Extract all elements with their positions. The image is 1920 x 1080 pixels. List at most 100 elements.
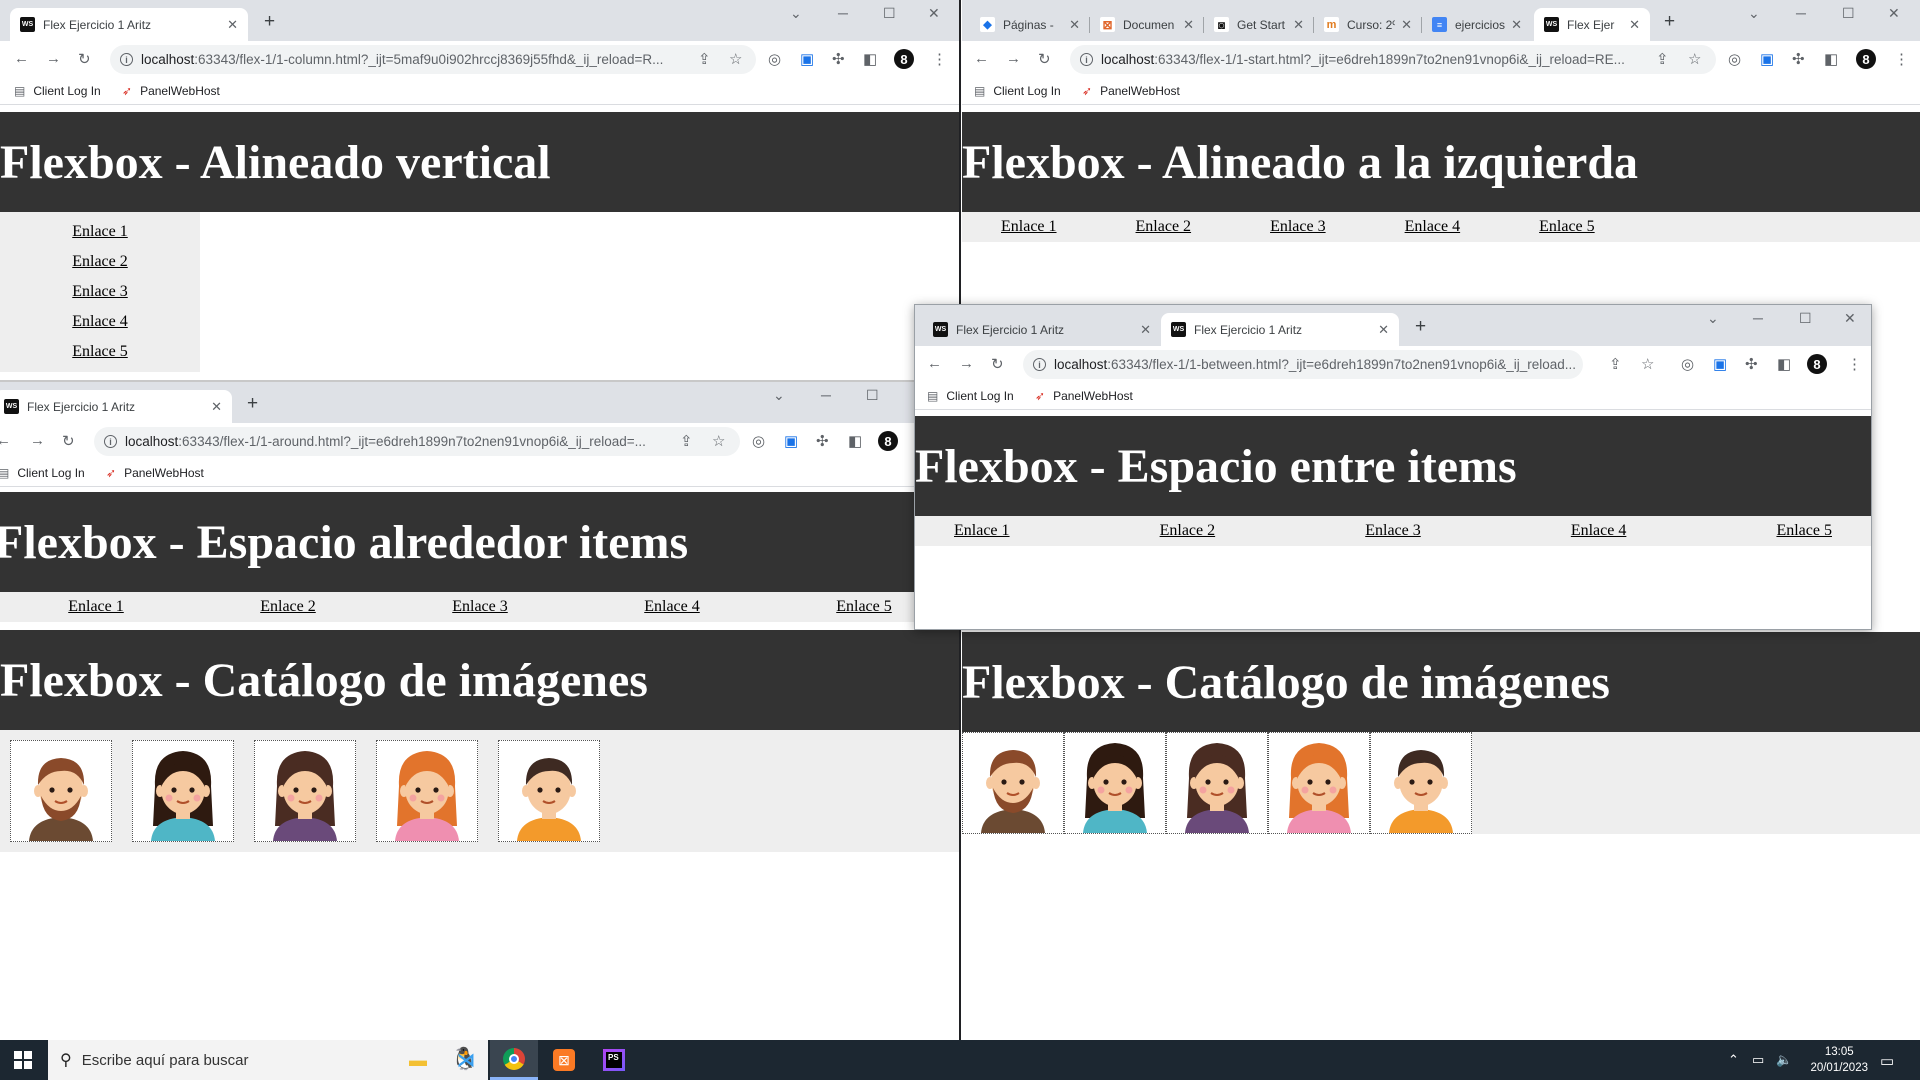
nav-link-3[interactable]: Enlace 3 [1270,218,1326,236]
menu-icon[interactable]: ⋮ [1847,355,1862,373]
menu-icon[interactable]: ⋮ [1894,50,1909,68]
nav-link-5[interactable]: Enlace 5 [1539,218,1595,236]
tab-search-icon[interactable]: ⌄ [790,5,802,22]
bookmark-panelwebhost[interactable]: ➶ PanelWebHost [122,84,220,98]
nav-link-5[interactable]: Enlace 5 [836,598,892,616]
side-panel-icon[interactable]: ◧ [848,432,862,450]
reload-icon[interactable]: ↻ [1038,50,1051,68]
forward-icon[interactable]: → [959,355,974,372]
nav-link-3[interactable]: Enlace 3 [72,277,128,307]
file-explorer-icon[interactable]: ▬ [394,1040,442,1080]
bookmark-panelwebhost[interactable]: ➶ PanelWebHost [106,466,204,480]
close-tab-icon[interactable]: ✕ [1293,17,1304,33]
maximize-button[interactable]: ☐ [1799,310,1812,327]
profile-avatar[interactable]: 8 [894,49,914,69]
nav-link-1[interactable]: Enlace 1 [72,217,128,247]
tab-flex-1[interactable]: WS Flex Ejercicio 1 Aritz ✕ [923,313,1161,346]
nav-link-2[interactable]: Enlace 2 [260,598,316,616]
close-tab-icon[interactable]: ✕ [1140,322,1151,338]
tab-search-icon[interactable]: ⌄ [1748,5,1760,22]
tray-expand-icon[interactable]: ⌃ [1728,1052,1739,1068]
address-bar[interactable]: i localhost:63343/flex-1/1-start.html?_i… [1070,45,1716,74]
xampp-icon[interactable]: ⊠ [540,1040,588,1080]
site-info-icon[interactable]: i [1080,53,1093,66]
forward-icon[interactable]: → [1006,50,1021,67]
notifications-icon[interactable]: ▭ [1880,1052,1894,1070]
tab-flex-around[interactable]: WS Flex Ejercicio 1 Aritz ✕ [0,390,232,423]
profile-avatar[interactable]: 8 [1856,49,1876,69]
phpstorm-icon[interactable]: PS [590,1040,638,1080]
volume-muted-icon[interactable]: 🔈 [1776,1052,1792,1068]
maximize-button[interactable]: ☐ [883,5,896,22]
nav-link-1[interactable]: Enlace 1 [954,522,1010,540]
minimize-button[interactable]: ─ [1753,310,1763,326]
menu-icon[interactable]: ⋮ [932,50,947,68]
close-tab-icon[interactable]: ✕ [1511,17,1522,33]
bookmark-star-icon[interactable]: ☆ [1641,355,1654,373]
nav-link-4[interactable]: Enlace 4 [644,598,700,616]
address-bar[interactable]: i localhost:63343/flex-1/1-around.html?_… [94,427,740,456]
network-icon[interactable]: ▭ [1752,1052,1764,1068]
site-info-icon[interactable]: i [1033,358,1046,371]
minimize-button[interactable]: ─ [821,387,831,403]
bookmark-star-icon[interactable]: ☆ [1688,50,1701,68]
extension-icon[interactable]: ◎ [1681,355,1694,373]
close-window-button[interactable]: ✕ [1888,5,1900,22]
forward-icon[interactable]: → [46,50,61,67]
puzzle-extensions-icon[interactable]: ✣ [832,50,845,68]
nav-link-2[interactable]: Enlace 2 [1136,218,1192,236]
tab-flex-column[interactable]: WS Flex Ejercicio 1 Aritz ✕ [10,8,248,41]
bookmark-client-log-in[interactable]: ▤ Client Log In [974,84,1061,98]
share-icon[interactable]: ⇪ [698,50,711,68]
close-tab-icon[interactable]: ✕ [227,17,238,33]
nav-link-4[interactable]: Enlace 4 [72,307,128,337]
back-icon[interactable]: ← [927,355,942,372]
reload-icon[interactable]: ↻ [78,50,91,68]
profile-avatar[interactable]: 8 [878,431,898,451]
share-icon[interactable]: ⇪ [680,432,693,450]
close-window-button[interactable]: ✕ [928,5,940,22]
tab-curso[interactable]: m Curso: 2º ✕ [1314,8,1422,41]
puzzle-extensions-icon[interactable]: ✣ [1745,355,1758,373]
close-tab-icon[interactable]: ✕ [1183,17,1194,33]
nav-link-4[interactable]: Enlace 4 [1405,218,1461,236]
screenshot-extension-icon[interactable]: ▣ [1760,50,1774,68]
bookmark-client-log-in[interactable]: ▤ Client Log In [0,466,85,480]
close-tab-icon[interactable]: ✕ [1401,17,1412,33]
nav-link-4[interactable]: Enlace 4 [1571,522,1627,540]
close-window-button[interactable]: ✕ [1844,310,1856,327]
nav-link-3[interactable]: Enlace 3 [452,598,508,616]
maximize-button[interactable]: ☐ [866,387,879,404]
side-panel-icon[interactable]: ◧ [1777,355,1791,373]
tab-get-started[interactable]: ◙ Get Start ✕ [1204,8,1314,41]
vscode-icon[interactable]: ⋊ [442,1040,490,1080]
address-bar[interactable]: i localhost:63343/flex-1/1-between.html?… [1023,350,1583,379]
bookmark-panelwebhost[interactable]: ➶ PanelWebHost [1035,389,1133,403]
bookmark-client-log-in[interactable]: ▤ Client Log In [927,389,1014,403]
tab-flex-between[interactable]: WS Flex Ejercicio 1 Aritz ✕ [1161,313,1399,346]
new-tab-button[interactable]: + [264,12,275,31]
new-tab-button[interactable]: + [1415,317,1426,336]
nav-link-5[interactable]: Enlace 5 [72,337,128,367]
minimize-button[interactable]: ─ [838,5,848,21]
extension-icon[interactable]: ◎ [768,50,781,68]
close-tab-icon[interactable]: ✕ [1629,17,1640,33]
nav-link-2[interactable]: Enlace 2 [72,247,128,277]
address-bar[interactable]: i localhost:63343/flex-1/1-column.html?_… [110,45,756,74]
screenshot-extension-icon[interactable]: ▣ [1713,355,1727,373]
bookmark-client-log-in[interactable]: ▤ Client Log In [14,84,101,98]
tab-flex-start[interactable]: WS Flex Ejer ✕ [1534,8,1650,41]
puzzle-extensions-icon[interactable]: ✣ [816,432,829,450]
forward-icon[interactable]: → [30,432,45,449]
windows-start-icon[interactable] [14,1051,32,1069]
share-icon[interactable]: ⇪ [1656,50,1669,68]
back-icon[interactable]: ← [14,50,29,67]
tab-search-icon[interactable]: ⌄ [1707,310,1719,327]
side-panel-icon[interactable]: ◧ [1824,50,1838,68]
tab-paginas[interactable]: ◆ Páginas - ✕ [970,8,1090,41]
screenshot-extension-icon[interactable]: ▣ [800,50,814,68]
site-info-icon[interactable]: i [104,435,117,448]
tab-search-icon[interactable]: ⌄ [773,387,785,404]
system-clock[interactable]: 13:05 20/01/2023 [1810,1044,1868,1076]
nav-link-1[interactable]: Enlace 1 [1001,218,1057,236]
